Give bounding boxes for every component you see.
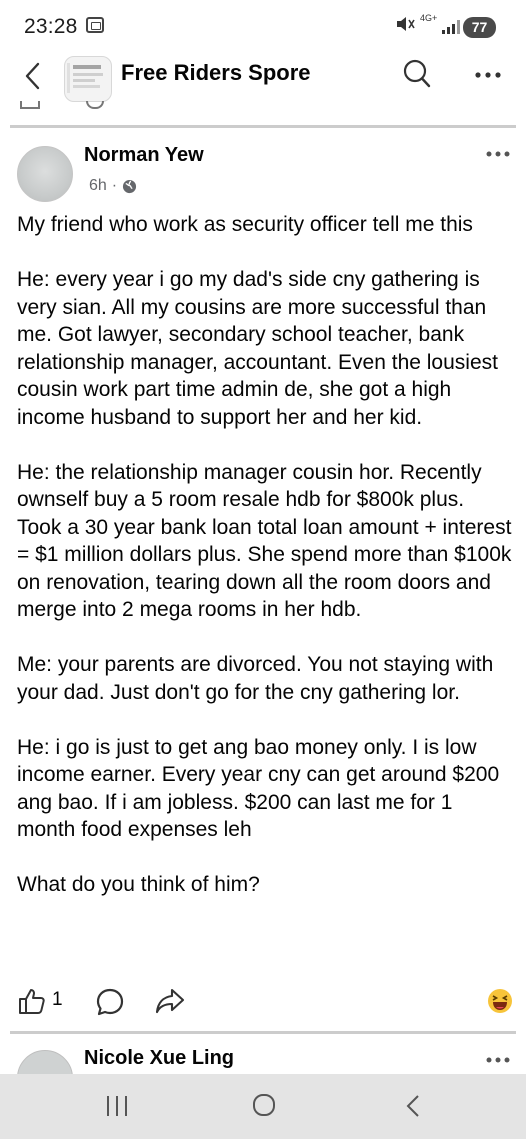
back-button[interactable] — [18, 58, 50, 94]
system-nav-bar — [0, 1074, 526, 1139]
share-button[interactable] — [155, 987, 185, 1015]
avatar[interactable] — [17, 146, 73, 202]
mute-icon — [395, 15, 415, 38]
post-author[interactable]: Norman Yew — [84, 144, 204, 167]
home-circle-icon — [253, 1094, 275, 1116]
group-title[interactable]: Free Riders Spore — [121, 60, 311, 86]
post-body: My friend who work as security officer t… — [17, 211, 512, 899]
battery-level: 77 — [463, 17, 496, 38]
vibrate-mode-icon — [86, 17, 104, 33]
comment-button[interactable] — [95, 987, 125, 1017]
post-author[interactable]: Nicole Xue Ling — [84, 1047, 234, 1070]
post-paragraph: What do you think of him? — [17, 873, 260, 896]
post-divider — [10, 125, 516, 128]
recent-apps-button[interactable] — [104, 1094, 130, 1118]
app-header: Free Riders Spore — [0, 54, 526, 102]
post-options-button[interactable] — [484, 144, 512, 164]
status-time: 23:28 — [24, 15, 78, 38]
post-paragraph: Me: your parents are divorced. You not s… — [17, 653, 500, 704]
more-options-button[interactable] — [472, 60, 504, 90]
signal-icon — [442, 20, 460, 34]
post-paragraph: He: the relationship manager cousin hor.… — [17, 460, 518, 622]
recents-icon — [107, 1096, 127, 1116]
thumbs-up-icon — [19, 989, 45, 1014]
post-time[interactable]: 6h — [89, 177, 107, 195]
previous-post-comment-icon — [86, 101, 104, 109]
previous-post-like-icon — [20, 101, 40, 109]
laughing-emoji-icon — [488, 989, 512, 1013]
more-dots-icon — [486, 1057, 510, 1063]
chevron-left-icon — [25, 62, 40, 90]
home-button[interactable] — [252, 1093, 276, 1117]
status-bar: 23:28 4G+ 77 — [0, 0, 526, 54]
share-arrow-icon — [155, 988, 185, 1014]
more-dots-icon — [486, 151, 510, 157]
group-thumbnail[interactable] — [64, 56, 112, 102]
post-paragraph: He: i go is just to get ang bao money on… — [17, 735, 505, 842]
post-paragraph: He: every year i go my dad's side cny ga… — [17, 268, 504, 429]
chevron-left-icon — [406, 1095, 419, 1117]
post-meta: 6h · — [89, 177, 137, 195]
network-type: 4G+ — [420, 13, 438, 23]
globe-icon — [123, 179, 137, 193]
search-button[interactable] — [402, 58, 432, 90]
like-count[interactable]: 1 — [52, 989, 63, 1011]
meta-separator: · — [111, 177, 118, 194]
search-icon — [403, 59, 431, 88]
post-divider — [10, 1031, 516, 1034]
post-options-button[interactable] — [484, 1050, 512, 1070]
post-paragraph: My friend who work as security officer t… — [17, 213, 473, 236]
more-dots-icon — [475, 72, 501, 78]
reaction-button[interactable] — [487, 988, 513, 1014]
system-back-button[interactable] — [404, 1094, 422, 1118]
like-button[interactable] — [18, 987, 46, 1015]
comment-bubble-icon — [96, 988, 124, 1016]
